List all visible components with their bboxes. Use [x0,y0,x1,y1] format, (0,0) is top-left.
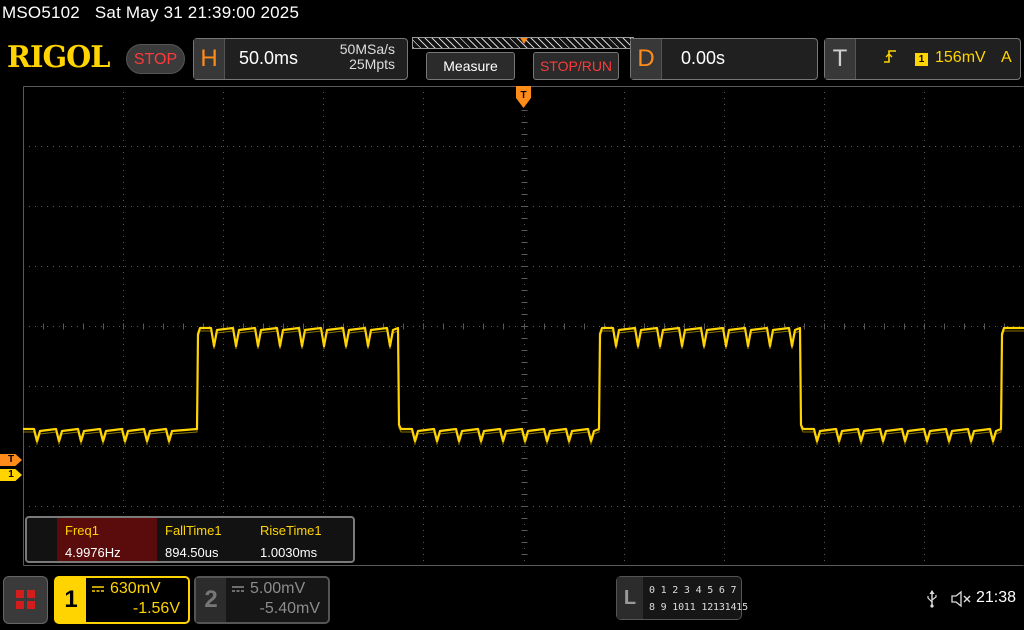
channel2-settings[interactable]: 2 5.00mV -5.40mV [194,576,330,624]
channel1-trace-persistence [23,330,1024,446]
trigger-letter: T [825,39,856,79]
horizontal-letter: H [194,39,225,79]
stop-run-button[interactable]: STOP/RUN [533,52,619,80]
mute-icon[interactable] [950,590,972,608]
system-clock: 21:38 [976,589,1017,606]
delay-value: 0.00s [681,48,726,68]
delay-settings[interactable]: D 0.00s [630,38,818,80]
measurement-value: 4.9976Hz [65,545,121,560]
delay-letter: D [631,39,662,79]
channel2-offset: -5.40mV [259,600,320,617]
measurement-name: Freq1 [65,523,99,538]
channel1-trace [23,326,1024,443]
main-menu-button[interactable] [3,576,48,624]
measurement-item[interactable]: Freq1 4.9976Hz [57,518,157,561]
measurement-name: FallTime1 [165,523,222,538]
channel1-number: 1 [56,578,86,622]
channel2-scale: 5.00mV [250,580,306,597]
channel1-settings[interactable]: 1 630mV -1.56V [54,576,190,624]
waveform-display[interactable] [23,86,1024,566]
timebase-value: 50.0ms [239,48,299,68]
measurement-item[interactable]: FallTime1 894.50us [157,518,252,561]
trigger-level: 156mV [935,49,986,66]
measurement-name: RiseTime1 [260,523,322,538]
measurement-item[interactable]: RiseTime1 1.0030ms [252,518,347,561]
channel1-offset: -1.56V [132,600,180,617]
trigger-settings[interactable]: T 1 156mV A [824,38,1021,80]
trigger-position-label: T [520,90,526,101]
model-name: MSO5102 [2,3,80,22]
trigger-level-marker[interactable]: T [0,454,22,466]
horizontal-settings[interactable]: H 50.0ms 50MSa/s 25Mpts [193,38,408,80]
measure-button[interactable]: Measure [426,52,515,80]
measurement-panel[interactable]: Freq1 4.9976Hz FallTime1 894.50us RiseTi… [25,516,355,563]
trigger-position-marker[interactable]: T [516,86,531,108]
menu-grid-icon [16,590,24,598]
trigger-mode: A [1001,49,1012,66]
date-time: Sat May 31 21:39:00 2025 [94,3,300,22]
channel2-number: 2 [196,578,226,622]
dc-coupling-icon [232,586,244,592]
trigger-source-badge: 1 [915,53,928,66]
rising-edge-icon [884,50,896,63]
measurement-value: 1.0030ms [260,545,318,560]
trigger-position-mark [519,38,529,44]
grid-lines [23,86,1024,566]
graticule [23,86,1024,566]
memory-depth: 25Mpts [349,56,395,72]
dc-coupling-icon [92,586,104,592]
logic-channels-row1: 0 1 2 3 4 5 6 7 [649,585,737,596]
acquisition-info: 50MSa/s 25Mpts [340,42,395,72]
run-state-badge[interactable]: STOP [126,44,185,74]
status-title-line: MSO5102 Sat May 31 21:39:00 2025 [2,3,299,25]
memory-position-bar[interactable] [412,37,634,49]
logic-letter: L [617,577,643,619]
logic-analyzer-settings[interactable]: L 0 1 2 3 4 5 6 7 8 9 1011 12131415 [616,576,748,620]
measurement-value: 894.50us [165,545,219,560]
logic-channels-row2: 8 9 1011 12131415 [649,602,748,613]
brand-logo: RIGOL [7,40,110,75]
channel1-scale: 630mV [110,580,161,597]
channel1-ground-marker[interactable]: 1 [0,469,22,481]
usb-icon [927,590,937,608]
sample-rate: 50MSa/s [339,41,395,57]
